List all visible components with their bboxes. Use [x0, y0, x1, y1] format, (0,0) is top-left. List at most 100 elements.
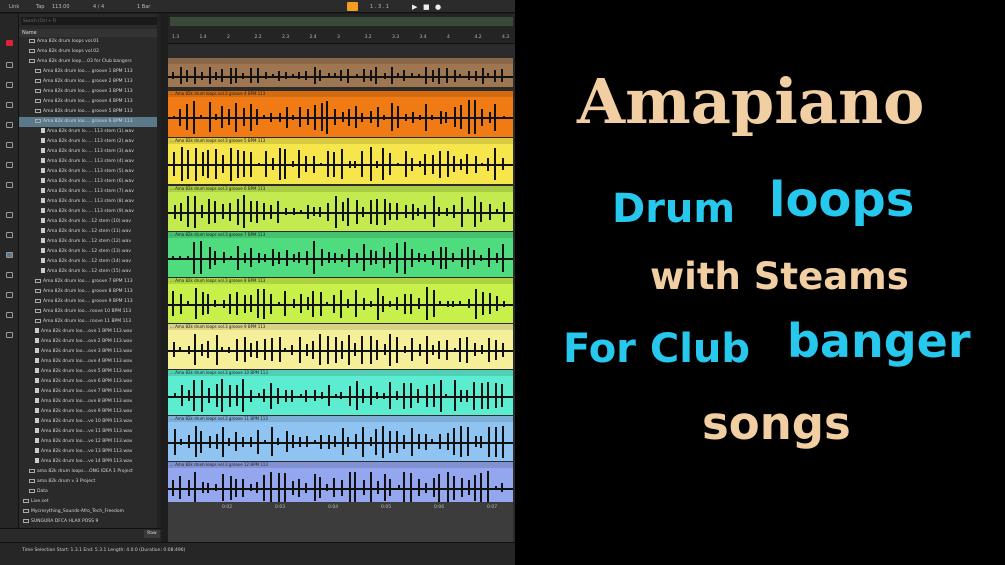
browser-item[interactable]: Ama 82k drum loops vol.01	[19, 37, 161, 47]
browser-scrollbar[interactable]	[157, 14, 161, 542]
browser-item[interactable]: Ama 82k drum loo.... groove 7 BPM 113	[19, 277, 161, 287]
record-arm-icon[interactable]	[347, 2, 358, 11]
clip-title[interactable]: ... Ama 82k drum loops vol.3 groove 6 BP…	[168, 186, 513, 192]
clip-title[interactable]: ... Ama 82k drum loops vol.3 groove 5 BP…	[168, 138, 513, 144]
places-icon[interactable]	[6, 292, 13, 298]
clip-title[interactable]: ... Ama 82k drum loops vol.3 groove 9 BP…	[168, 324, 513, 330]
overview-strip[interactable]	[170, 17, 513, 26]
places-icon[interactable]	[6, 312, 13, 318]
browser-item[interactable]: Ama 82k drum loo....ve 12 BPM 113.wav	[19, 437, 161, 447]
category-icon[interactable]	[6, 182, 13, 188]
track-lane[interactable]: ... Ama 82k drum loops vol.3 groove 9 BP…	[168, 324, 513, 369]
time-ruler[interactable]	[168, 502, 513, 542]
quantize-menu[interactable]: 1 Bar	[137, 3, 150, 12]
clip-title[interactable]: ... Ama 82k drum loops vol.3 groove 11 B…	[168, 416, 513, 422]
category-icon[interactable]	[6, 62, 13, 68]
browser-item[interactable]: Ama 82k drum loo.... groove 9 BPM 113	[19, 297, 161, 307]
name-column-header[interactable]: Name	[19, 29, 161, 37]
browser-item[interactable]: Ama 82k drum lo....12 stem (12).wav	[19, 237, 161, 247]
browser-item[interactable]: Ama 82k drum loops vol.02	[19, 47, 161, 57]
browser-item[interactable]: Mycrerything_Sounds-Afro_Tech_Freedom	[19, 507, 161, 517]
clip-title[interactable]: ... Ama 82k drum loops vol.3 groove 4 BP…	[168, 91, 513, 97]
category-icon[interactable]	[6, 162, 13, 168]
browser-item[interactable]: Ama 82k drum lo....12 stem (10).wav	[19, 217, 161, 227]
browser-item[interactable]: Ama 82k drum loo....ove 7 BPM 113.wav	[19, 387, 161, 397]
browser-item[interactable]: Ama 82k drum loo.... groove 2 BPM 113	[19, 77, 161, 87]
clip-title[interactable]: ... Ama 82k drum loops vol.3 groove 7 BP…	[168, 232, 513, 238]
track-lane[interactable]: ... Ama 82k drum loops vol.3 groove 11 B…	[168, 416, 513, 461]
places-icon[interactable]	[6, 232, 13, 238]
places-icon[interactable]	[6, 272, 13, 278]
browser-item[interactable]: Ama 82k drum lo..... 113 stem (5).wav	[19, 167, 161, 177]
browser-item[interactable]: Ama 82k drum loo.... groove 5 BPM 113	[19, 107, 161, 117]
raw-button[interactable]: Raw	[144, 530, 160, 538]
browser-item[interactable]: SUNGURA DFCA HLAX POSS 9	[19, 517, 161, 527]
browser-item[interactable]: Ama 82k drum lo....12 stem (13).wav	[19, 247, 161, 257]
browser-item[interactable]: Ama 82k drum loo....ove 4 BPM 113.wav	[19, 357, 161, 367]
link-button[interactable]: Link	[9, 3, 19, 12]
places-icon[interactable]	[6, 332, 13, 338]
track-lane[interactable]: ... Ama 82k drum loops vol.3 groove 6 BP…	[168, 186, 513, 231]
browser-item[interactable]: Ama 82k drum loo.... groove 4 BPM 113	[19, 97, 161, 107]
places-icon[interactable]	[6, 212, 13, 218]
browser-item[interactable]: Ama 82k drum loo....ve 14 BPM 113.wav	[19, 457, 161, 467]
beat-ruler[interactable]: 1.3 1.4 2 2.2 2.3 2.4 3 3.2 3.3 3.4 4 4.2 4.3	[168, 14, 515, 44]
browser-item[interactable]: Ama 82k drum loo....ove 8 BPM 113.wav	[19, 397, 161, 407]
browser-item[interactable]: Ama 82k drum lo....12 stem (15).wav	[19, 267, 161, 277]
category-icon[interactable]	[6, 142, 13, 148]
play-icon[interactable]: ▶	[412, 3, 417, 12]
browser-item[interactable]: Ama 82k drum lo....12 stem (11).wav	[19, 227, 161, 237]
song-position-field[interactable]: 1 . 3 . 1	[370, 3, 389, 12]
browser-item[interactable]: Ama 82k drum loo.... groove 1 BPM 113	[19, 67, 161, 77]
category-icon[interactable]	[6, 122, 13, 128]
category-icon[interactable]	[6, 82, 13, 88]
places-icon[interactable]	[6, 252, 13, 258]
browser-item[interactable]: Ama 82k drum loo....ove 1 BPM 113.wav	[19, 327, 161, 337]
browser-item[interactable]: Ama 82k drum loo....ove 5 BPM 113.wav	[19, 367, 161, 377]
browser-item[interactable]: Ama 82k drum lo..... 113 stem (1).wav	[19, 127, 161, 137]
browser-item[interactable]: Ama 82k drum loo....ove 9 BPM 113.wav	[19, 407, 161, 417]
clip-title[interactable]: ... Ama 82k drum loops vol.3 groove 12 B…	[168, 462, 513, 468]
browser-item[interactable]: Ama 82k drum loo....roove 10 BPM 113	[19, 307, 161, 317]
browser-item[interactable]: Ama 82k drum lo..... 113 stem (3).wav	[19, 147, 161, 157]
track-lane[interactable]	[168, 58, 513, 87]
track-lane[interactable]: ... Ama 82k drum loops vol.3 groove 7 BP…	[168, 232, 513, 277]
clip-title[interactable]	[168, 58, 513, 64]
category-icon[interactable]	[6, 102, 13, 108]
browser-item[interactable]: Ama 82k drum lo..... 113 stem (6).wav	[19, 177, 161, 187]
time-signature-field[interactable]: 4 / 4	[93, 3, 104, 12]
browser-item[interactable]: Ama 82k drum lo....12 stem (14).wav	[19, 257, 161, 267]
clip-title[interactable]: ... Ama 82k drum loops vol.3 groove 10 B…	[168, 370, 513, 376]
browser-item[interactable]: Live.set	[19, 497, 161, 507]
browser-item[interactable]: Ama 82k drum loo....ove 6 BPM 113.wav	[19, 377, 161, 387]
browser-item[interactable]: Ama 82k drum loo.... groove 3 BPM 113	[19, 87, 161, 97]
category-icon[interactable]	[6, 40, 13, 46]
browser-item[interactable]: Ama 82k drum lo..... 113 stem (2).wav	[19, 137, 161, 147]
browser-item[interactable]: Ama 82k drum lo..... 113 stem (8).wav	[19, 197, 161, 207]
browser-item[interactable]: ama 82k drum v 3 Project	[19, 477, 161, 487]
tap-tempo-button[interactable]: Tap	[36, 3, 44, 12]
browser-item[interactable]: Ama 82k drum loop....03 for Club bangers	[19, 57, 161, 67]
browser-item[interactable]: Ama 82k drum lo..... 113 stem (7).wav	[19, 187, 161, 197]
tempo-field[interactable]: 113.00	[52, 3, 70, 12]
track-lane[interactable]: ... Ama 82k drum loops vol.3 groove 8 BP…	[168, 278, 513, 323]
browser-item[interactable]: Ama 82k drum loo....ve 13 BPM 113.wav	[19, 447, 161, 457]
browser-item[interactable]: Ama 82k drum loo.... groove 6 BPM 113	[19, 117, 161, 127]
track-lane[interactable]: ... Ama 82k drum loops vol.3 groove 4 BP…	[168, 91, 513, 137]
track-lane[interactable]: ... Ama 82k drum loops vol.3 groove 5 BP…	[168, 138, 513, 184]
track-lane[interactable]: ... Ama 82k drum loops vol.3 groove 12 B…	[168, 462, 513, 507]
browser-item[interactable]: Ama 82k drum loo....ve 10 BPM 113.wav	[19, 417, 161, 427]
browser-item[interactable]: Ama 82k drum loo.... groove 8 BPM 113	[19, 287, 161, 297]
stop-icon[interactable]: ■	[423, 3, 430, 12]
track-lane[interactable]: ... Ama 82k drum loops vol.3 groove 10 B…	[168, 370, 513, 415]
browser-item[interactable]: Ama 82k drum lo..... 113 stem (4).wav	[19, 157, 161, 167]
browser-item[interactable]: Ama 82k drum lo..... 113 stem (9).wav	[19, 207, 161, 217]
record-icon[interactable]: ●	[435, 3, 441, 12]
search-input[interactable]: Search (Ctrl + F)	[21, 17, 158, 25]
browser-item[interactable]: Ama 82k drum loo....roove 11 BPM 113	[19, 317, 161, 327]
clip-title[interactable]: ... Ama 82k drum loops vol.3 groove 8 BP…	[168, 278, 513, 284]
browser-item[interactable]: Data	[19, 487, 161, 497]
browser-item[interactable]: ama 82k drum loops....ONG IDEA 1 Project	[19, 467, 161, 477]
browser-item[interactable]: Ama 82k drum loo....ve 11 BPM 113.wav	[19, 427, 161, 437]
browser-item[interactable]: Ama 82k drum loo....ove 2 BPM 113.wav	[19, 337, 161, 347]
